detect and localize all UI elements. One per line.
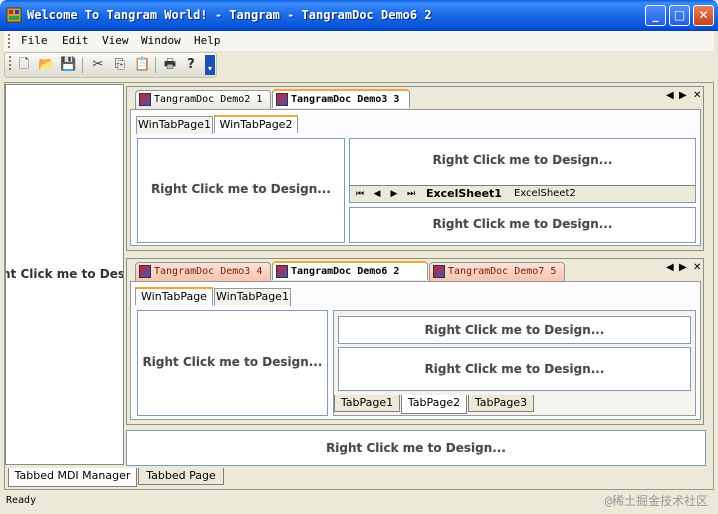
tab-tabbed-mdi-manager[interactable]: Tabbed MDI Manager (8, 468, 137, 487)
toolbar-options-chevron-icon[interactable]: ▾ (205, 55, 215, 75)
status-bar: Ready @稀土掘金技术社区 (4, 492, 714, 510)
design-area-left[interactable]: Right Click me to Design... (137, 138, 345, 243)
paste-icon[interactable]: 📋 (134, 57, 150, 73)
watermark-text: @稀土掘金技术社区 (604, 494, 708, 508)
doc-tab-label: TangramDoc Demo3 3 (291, 94, 400, 105)
left-design-pane[interactable]: Right Click me to Design... (5, 84, 124, 465)
toolbar-separator (82, 57, 83, 73)
copy-icon[interactable]: ⎘ (112, 57, 128, 73)
document-icon (139, 265, 151, 278)
excel-sheet-view[interactable]: Right Click me to Design... ⏮ ◀ ▶ ⏭ Exce… (349, 138, 696, 203)
design-prompt: Right Click me to Design... (432, 153, 613, 167)
tab-tabpage2[interactable]: TabPage2 (401, 395, 467, 414)
design-prompt: Right Click me to Design... (142, 355, 323, 369)
cut-icon[interactable]: ✂ (90, 57, 106, 73)
standard-toolbar: 🗋 📂 💾 ✂ ⎘ 📋 🖶 ? ▾ (4, 52, 217, 78)
document-icon (433, 265, 445, 278)
doc-tab-demo6-2[interactable]: TangramDoc Demo6 2 (272, 261, 428, 280)
doc-tab-label: TangramDoc Demo6 2 (291, 266, 400, 277)
design-prompt: Right Click me to Design... (151, 182, 331, 196)
first-sheet-icon[interactable]: ⏮ (353, 187, 367, 201)
scroll-right-icon[interactable]: ▶ (679, 90, 687, 101)
tab-wintabpage1[interactable]: WinTabPage1 (214, 288, 291, 306)
design-area-left[interactable]: Right Click me to Design... (137, 310, 328, 416)
document-icon (276, 93, 288, 106)
design-area-tabpage-bottom[interactable]: Right Click me to Design... (338, 347, 691, 391)
top-content-panel: WinTabPage1 WinTabPage2 Right Click me t… (130, 109, 701, 246)
menu-help[interactable]: Help (194, 34, 221, 47)
app-icon[interactable] (6, 7, 22, 23)
sheet-tab-excelsheet1[interactable]: ExcelSheet1 (426, 186, 502, 202)
tab-wintabpage2[interactable]: WinTabPage2 (214, 115, 298, 133)
menu-file[interactable]: File (21, 34, 48, 47)
toolbar-separator (155, 57, 156, 73)
tabpage-container: Right Click me to Design... Right Click … (333, 310, 696, 416)
document-icon (276, 265, 288, 278)
top-document-group: TangramDoc Demo2 1 TangramDoc Demo3 3 ◀ … (126, 86, 704, 251)
status-text: Ready (6, 495, 37, 506)
sheet-tab-bar: ⏮ ◀ ▶ ⏭ ExcelSheet1 ExcelSheet2 (350, 185, 695, 202)
scroll-right-icon[interactable]: ▶ (679, 262, 687, 273)
doc-tab-label: TangramDoc Demo7 5 (448, 266, 557, 277)
scroll-left-icon[interactable]: ◀ (666, 262, 674, 273)
design-prompt: Right Click me to Design... (424, 323, 605, 337)
document-icon (139, 93, 151, 106)
doc-tab-demo3-3[interactable]: TangramDoc Demo3 3 (272, 89, 410, 108)
tab-tabbed-page[interactable]: Tabbed Page (138, 468, 224, 485)
doc-tab-label: TangramDoc Demo3 4 (154, 266, 263, 277)
tab-wintabpage[interactable]: WinTabPage (135, 287, 213, 305)
doc-tab-demo2-1[interactable]: TangramDoc Demo2 1 (135, 90, 271, 109)
menu-window[interactable]: Window (141, 34, 181, 47)
bottom-document-group: TangramDoc Demo3 4 TangramDoc Demo6 2 Ta… (126, 258, 704, 425)
design-area-right-bottom[interactable]: Right Click me to Design... (349, 207, 696, 243)
doc-tab-demo7-5[interactable]: TangramDoc Demo7 5 (429, 262, 565, 281)
close-button[interactable]: ✕ (693, 5, 714, 26)
new-icon[interactable]: 🗋 (16, 57, 32, 73)
tab-wintabpage1[interactable]: WinTabPage1 (136, 116, 213, 134)
window-title: Welcome To Tangram World! - Tangram - Ta… (27, 8, 432, 22)
save-icon[interactable]: 💾 (60, 57, 76, 73)
minimize-button[interactable]: _ (645, 5, 666, 26)
doc-tab-demo3-4[interactable]: TangramDoc Demo3 4 (135, 262, 271, 281)
open-icon[interactable]: 📂 (38, 57, 54, 73)
menu-edit[interactable]: Edit (62, 34, 89, 47)
tab-tabpage3[interactable]: TabPage3 (468, 395, 534, 412)
title-bar[interactable]: Welcome To Tangram World! - Tangram - Ta… (0, 0, 718, 31)
design-area-bottom[interactable]: Right Click me to Design... (126, 430, 706, 466)
tab-tabpage1[interactable]: TabPage1 (334, 395, 400, 412)
print-icon[interactable]: 🖶 (162, 57, 178, 73)
design-prompt: Right Click me to Design... (432, 217, 613, 231)
close-document-icon[interactable]: ✕ (693, 262, 701, 273)
last-sheet-icon[interactable]: ⏭ (404, 187, 418, 201)
next-sheet-icon[interactable]: ▶ (387, 187, 401, 201)
menu-grip-icon[interactable] (8, 34, 10, 48)
scroll-left-icon[interactable]: ◀ (666, 90, 674, 101)
maximize-button[interactable]: □ (669, 5, 690, 26)
doc-tab-label: TangramDoc Demo2 1 (154, 94, 263, 105)
left-pane-label: Right Click me to Design... (6, 267, 123, 281)
design-prompt: Right Click me to Design... (326, 441, 506, 455)
bottom-content-panel: WinTabPage WinTabPage1 Right Click me to… (130, 281, 701, 420)
design-area-tabpage-top[interactable]: Right Click me to Design... (338, 316, 691, 344)
menu-view[interactable]: View (102, 34, 129, 47)
prev-sheet-icon[interactable]: ◀ (370, 187, 384, 201)
sheet-tab-excelsheet2[interactable]: ExcelSheet2 (514, 186, 576, 202)
help-icon[interactable]: ? (183, 57, 199, 73)
close-document-icon[interactable]: ✕ (693, 90, 701, 101)
menu-bar: File Edit View Window Help (4, 31, 714, 51)
design-prompt: Right Click me to Design... (424, 362, 605, 376)
toolbar-grip-icon[interactable] (9, 56, 11, 70)
